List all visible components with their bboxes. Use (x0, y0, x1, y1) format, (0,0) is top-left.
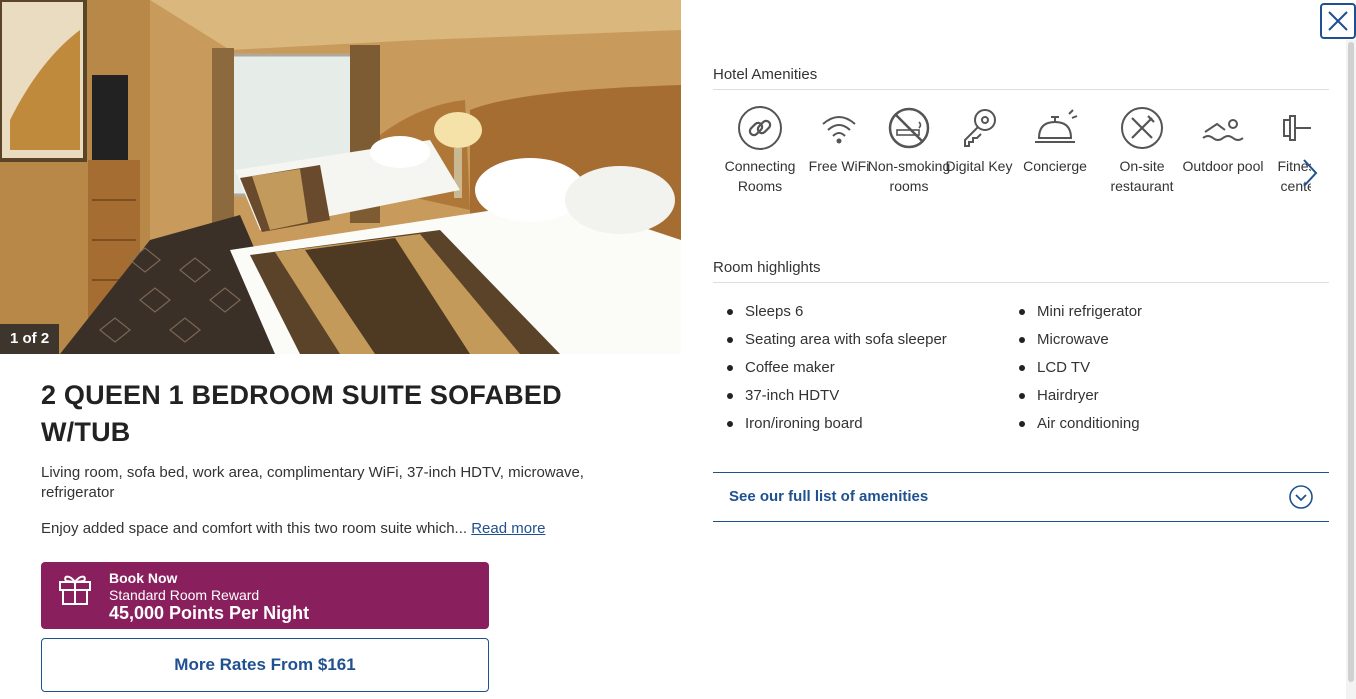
points-per-night-label: 45,000 Points Per Night (109, 603, 310, 623)
key-icon (964, 109, 996, 147)
restaurant-icon (1121, 107, 1163, 149)
no-smoking-icon (888, 107, 930, 149)
chevron-right-icon[interactable] (1298, 156, 1322, 190)
service-bell-icon (1035, 109, 1078, 143)
hotel-amenities-heading: Hotel Amenities (713, 66, 1329, 90)
list-item: Iron/ironing board (713, 410, 947, 438)
list-item: Sleeps 6 (713, 298, 947, 326)
reward-type-label: Standard Room Reward (109, 587, 260, 603)
swimmer-icon (1202, 119, 1244, 141)
room-teaser-text: Enjoy added space and comfort with this … (41, 520, 468, 537)
scrollbar[interactable] (1346, 40, 1356, 699)
room-description: Living room, sofa bed, work area, compli… (41, 464, 584, 501)
gift-icon (59, 575, 91, 605)
room-photo[interactable]: 1 of 2 (0, 0, 681, 354)
room-highlights-list-2: Mini refrigerator Microwave LCD TV Haird… (1005, 298, 1142, 438)
scrollbar-thumb[interactable] (1348, 42, 1354, 682)
list-item: Hairdryer (1005, 382, 1142, 410)
list-item: Air conditioning (1005, 410, 1142, 438)
more-rates-button[interactable]: More Rates From $161 (41, 638, 489, 692)
room-photo-illustration (0, 0, 681, 354)
room-teaser: Enjoy added space and comfort with this … (41, 519, 661, 539)
amenity-label: Digital Key (945, 158, 1013, 174)
list-item: Seating area with sofa sleeper (713, 326, 947, 354)
close-button[interactable] (1320, 3, 1356, 39)
link-icon (738, 106, 782, 150)
dumbbell-icon (1283, 115, 1311, 141)
amenity-restaurant: On-site restaurant (1100, 96, 1184, 196)
room-detail-panel: 1 of 2 2 QUEEN 1 BEDROOM SUITE SOFABED W… (0, 0, 681, 699)
amenity-label: Concierge (1023, 158, 1087, 174)
chevron-down-circle-icon (1289, 485, 1313, 509)
read-more-link[interactable]: Read more (471, 520, 545, 537)
wifi-icon (822, 116, 856, 144)
amenity-label: On-site restaurant (1110, 158, 1174, 194)
amenity-outdoor-pool: Outdoor pool (1181, 96, 1265, 176)
room-highlights-list-1: Sleeps 6 Seating area with sofa sleeper … (713, 298, 947, 438)
full-amenities-label: See our full list of amenities (729, 488, 929, 505)
list-item: 37-inch HDTV (713, 382, 947, 410)
list-item: Coffee maker (713, 354, 947, 382)
amenity-concierge: Concierge (1013, 96, 1097, 176)
room-highlights-heading: Room highlights (713, 259, 1329, 283)
book-now-reward-button[interactable]: Book Now Standard Room Reward 45,000 Poi… (41, 562, 489, 629)
full-amenities-toggle[interactable]: See our full list of amenities (713, 472, 1329, 522)
amenity-connecting-rooms: Connecting Rooms (718, 96, 802, 196)
room-title: 2 QUEEN 1 BEDROOM SUITE SOFABED W/TUB (41, 380, 562, 447)
list-item: LCD TV (1005, 354, 1142, 382)
gallery-counter: 1 of 2 (0, 324, 60, 354)
book-now-label: Book Now (109, 570, 178, 586)
list-item: Microwave (1005, 326, 1142, 354)
amenities-carousel: Connecting Rooms Free WiFi Non-smoking r… (713, 96, 1311, 226)
amenity-label: Connecting Rooms (724, 158, 796, 194)
close-icon (1328, 11, 1348, 31)
amenity-label: Outdoor pool (1182, 158, 1264, 174)
amenity-digital-key: Digital Key (937, 96, 1021, 176)
list-item: Mini refrigerator (1005, 298, 1142, 326)
